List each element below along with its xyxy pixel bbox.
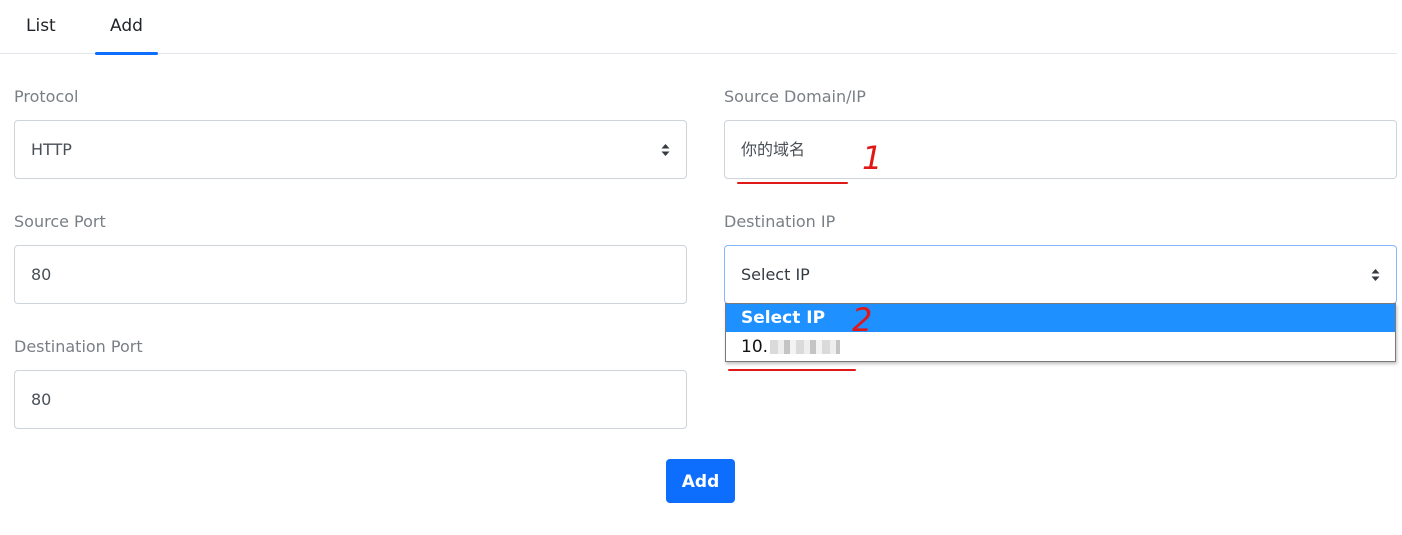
active-tab-indicator — [95, 52, 158, 55]
add-button[interactable]: Add — [666, 459, 735, 503]
tab-list-label: List — [26, 16, 56, 36]
dropdown-option-label: Select IP — [741, 308, 826, 328]
redacted-ip-blur — [770, 340, 841, 354]
tab-add[interactable]: Add — [95, 0, 158, 55]
source-port-input[interactable]: 80 — [14, 245, 687, 304]
dropdown-option-select-ip[interactable]: Select IP — [726, 304, 1395, 332]
source-port-label: Source Port — [14, 212, 106, 231]
dropdown-option-ip[interactable]: 10. — [726, 333, 1395, 361]
destination-port-input[interactable]: 80 — [14, 370, 687, 429]
destination-ip-select[interactable]: Select IP — [724, 245, 1397, 304]
annotation-marker-2: 2 — [852, 301, 873, 339]
page: List Add Protocol HTTP Source Domain/IP … — [0, 0, 1402, 535]
tab-add-label: Add — [110, 16, 143, 36]
source-port-value: 80 — [31, 265, 52, 284]
tab-list[interactable]: List — [26, 0, 60, 54]
tab-bar: List Add — [0, 0, 1397, 55]
select-updown-icon — [661, 144, 670, 156]
destination-port-value: 80 — [31, 390, 52, 409]
dropdown-option-label: 10. — [741, 337, 769, 357]
source-domain-label: Source Domain/IP — [724, 87, 866, 106]
destination-ip-label: Destination IP — [724, 212, 836, 231]
source-domain-value: 你的域名 — [741, 140, 806, 159]
protocol-select-value: HTTP — [31, 140, 72, 159]
protocol-select[interactable]: HTTP — [14, 120, 687, 179]
protocol-label: Protocol — [14, 87, 79, 106]
annotation-underline-2 — [728, 369, 856, 371]
destination-port-label: Destination Port — [14, 337, 143, 356]
destination-ip-dropdown: Select IP 10. — [725, 303, 1396, 362]
select-updown-icon — [1371, 269, 1380, 281]
annotation-underline-1 — [737, 182, 848, 184]
destination-ip-select-value: Select IP — [741, 265, 810, 284]
source-domain-input[interactable]: 你的域名 — [724, 120, 1397, 179]
annotation-marker-1: 1 — [862, 139, 883, 177]
